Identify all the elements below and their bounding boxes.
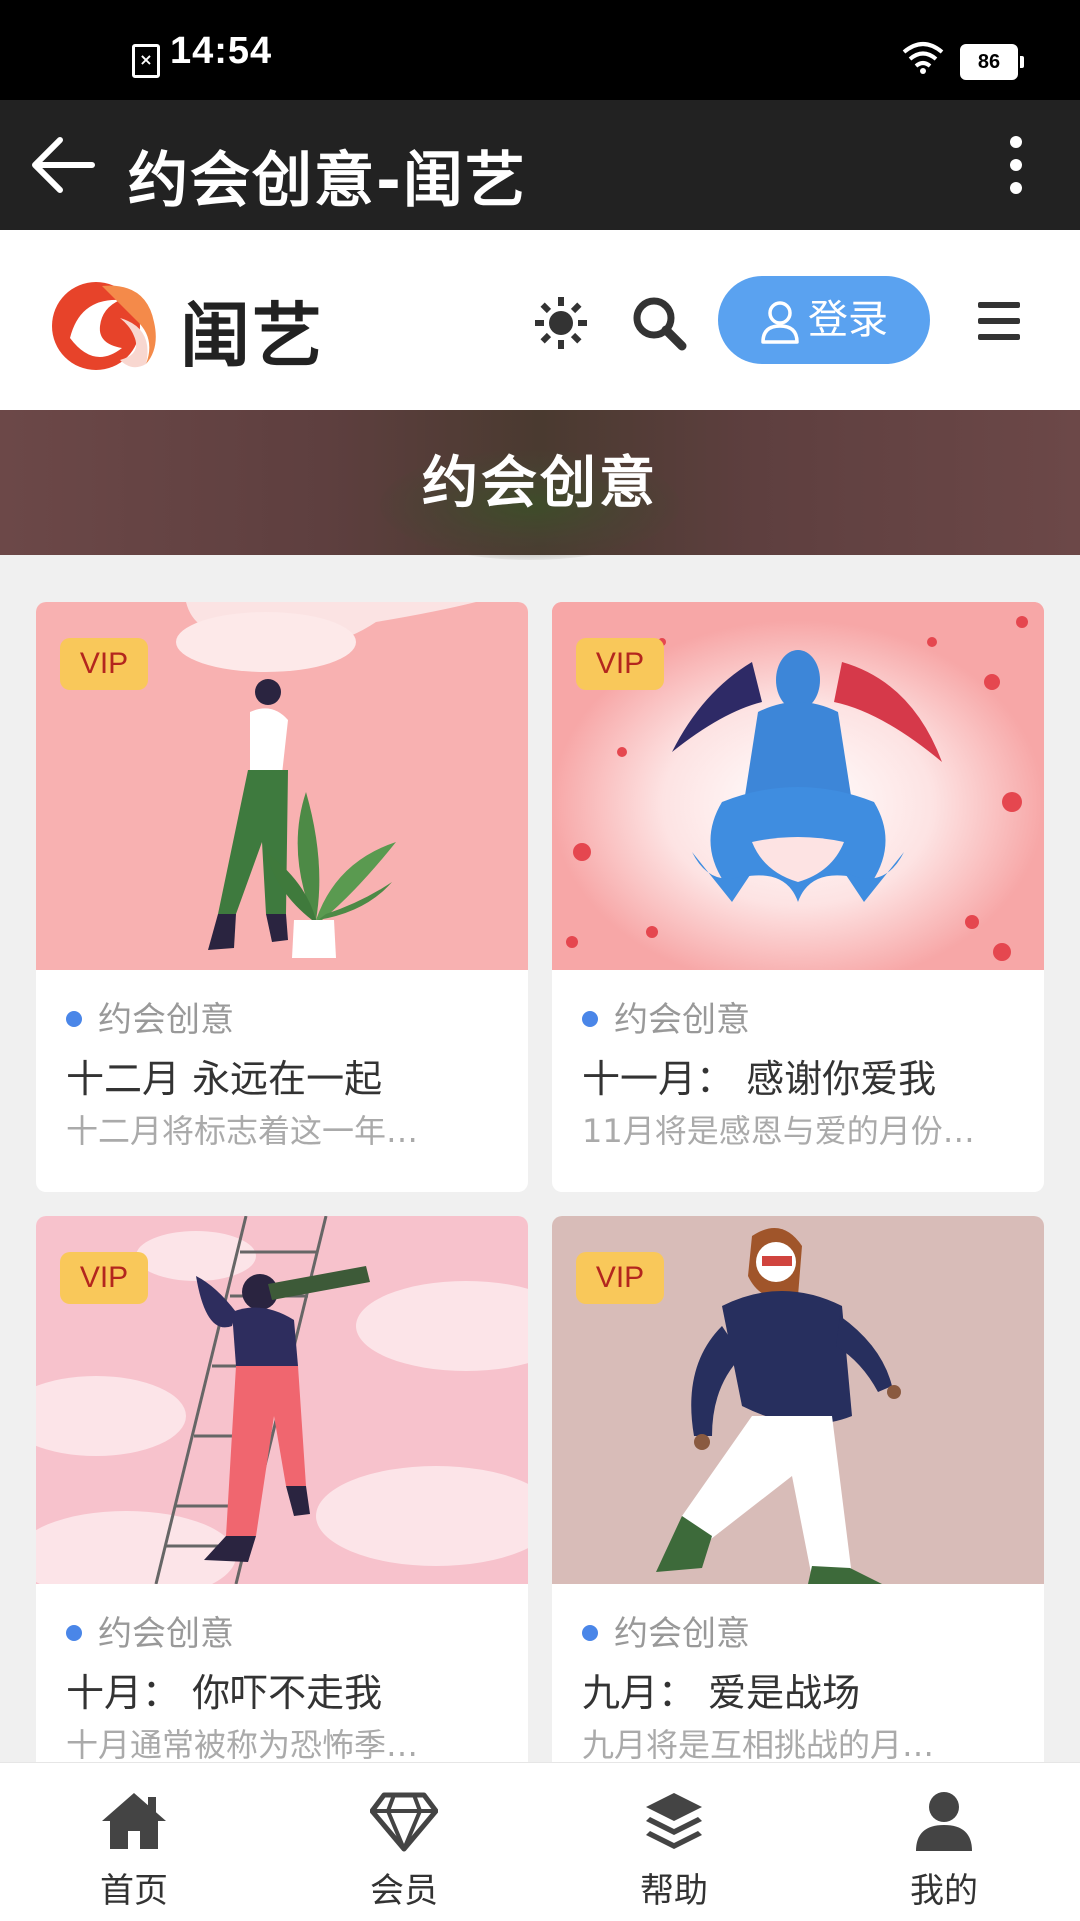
category-dot-icon bbox=[582, 1010, 598, 1027]
card-category-label: 约会创意 bbox=[614, 1614, 750, 1654]
card-category: 约会创意 bbox=[66, 1606, 234, 1655]
card-image: VIP bbox=[552, 1216, 1044, 1584]
arrow-left-icon[interactable] bbox=[26, 128, 100, 202]
sim-card-x-icon: × bbox=[132, 44, 160, 78]
banner-title: 约会创意 bbox=[422, 451, 658, 516]
brand-logo[interactable] bbox=[50, 278, 166, 372]
site-header: 闺艺 登录 bbox=[0, 230, 1080, 410]
card-category: 约会创意 bbox=[66, 992, 234, 1041]
card-title: 十二月 永远在一起 bbox=[66, 1057, 383, 1101]
home-icon bbox=[102, 1793, 166, 1849]
card-category-label: 约会创意 bbox=[614, 1000, 750, 1040]
vip-badge: VIP bbox=[60, 638, 148, 690]
nav-home[interactable]: 首页 bbox=[54, 1763, 214, 1921]
nav-home-label: 首页 bbox=[100, 1871, 168, 1911]
user-icon bbox=[916, 1792, 972, 1851]
status-bar: × 14:54 86 bbox=[0, 0, 1080, 100]
card-title: 九月： 爱是战场 bbox=[582, 1671, 861, 1715]
card-category-label: 约会创意 bbox=[98, 1000, 234, 1040]
vip-badge: VIP bbox=[576, 638, 664, 690]
article-card[interactable]: VIP 约会创意 十一月： 感谢你爱我 11月将是感恩与爱的月份… bbox=[552, 602, 1044, 1192]
nav-help-label: 帮助 bbox=[640, 1871, 708, 1911]
nav-profile-label: 我的 bbox=[910, 1871, 978, 1911]
category-dot-icon bbox=[66, 1010, 82, 1027]
category-dot-icon bbox=[66, 1624, 82, 1641]
app-bar-title: 约会创意-闺艺 bbox=[128, 146, 527, 216]
card-description: 十月通常被称为恐怖季… bbox=[66, 1726, 419, 1764]
article-card[interactable]: VIP 约会创意 十二月 永远在一起 十二月将标志着这一年… bbox=[36, 602, 528, 1192]
status-time: 14:54 bbox=[170, 30, 273, 72]
card-description: 九月将是互相挑战的月… bbox=[582, 1726, 935, 1764]
login-label: 登录 bbox=[808, 297, 888, 343]
category-banner: 约会创意 bbox=[0, 410, 1080, 560]
nav-membership-label: 会员 bbox=[370, 1871, 438, 1911]
card-category-label: 约会创意 bbox=[98, 1614, 234, 1654]
battery-indicator: 86 bbox=[960, 44, 1024, 80]
card-description: 十二月将标志着这一年… bbox=[66, 1112, 419, 1150]
article-card[interactable]: VIP 约会创意 十月： 你吓不走我 十月通常被称为恐怖季… bbox=[36, 1216, 528, 1776]
nav-help[interactable]: 帮助 bbox=[594, 1763, 754, 1921]
card-category: 约会创意 bbox=[582, 992, 750, 1041]
nav-profile[interactable]: 我的 bbox=[864, 1763, 1024, 1921]
vip-badge: VIP bbox=[576, 1252, 664, 1304]
menu-icon[interactable] bbox=[978, 302, 1020, 340]
search-icon[interactable] bbox=[630, 294, 688, 352]
card-image: VIP bbox=[36, 1216, 528, 1584]
login-button[interactable]: 登录 bbox=[718, 276, 930, 364]
theme-sun-icon[interactable] bbox=[534, 296, 588, 350]
app-bar: 约会创意-闺艺 bbox=[0, 100, 1080, 230]
card-title: 十一月： 感谢你爱我 bbox=[582, 1057, 937, 1101]
brand-name: 闺艺 bbox=[180, 295, 324, 377]
bottom-navigation: 首页 会员 帮助 我的 bbox=[0, 1762, 1080, 1921]
card-title: 十月： 你吓不走我 bbox=[66, 1671, 383, 1715]
user-icon bbox=[761, 301, 799, 344]
wifi-icon bbox=[902, 42, 944, 74]
card-image: VIP bbox=[36, 602, 528, 970]
nav-membership[interactable]: 会员 bbox=[324, 1763, 484, 1921]
card-image: VIP bbox=[552, 602, 1044, 970]
vip-badge: VIP bbox=[60, 1252, 148, 1304]
category-dot-icon bbox=[582, 1624, 598, 1641]
diamond-icon bbox=[370, 1792, 438, 1852]
card-description: 11月将是感恩与爱的月份… bbox=[582, 1112, 975, 1150]
layers-icon bbox=[646, 1793, 702, 1849]
article-card[interactable]: VIP 约会创意 九月： 爱是战场 九月将是互相挑战的月… bbox=[552, 1216, 1044, 1776]
more-vertical-icon[interactable] bbox=[1000, 132, 1034, 198]
card-category: 约会创意 bbox=[582, 1606, 750, 1655]
